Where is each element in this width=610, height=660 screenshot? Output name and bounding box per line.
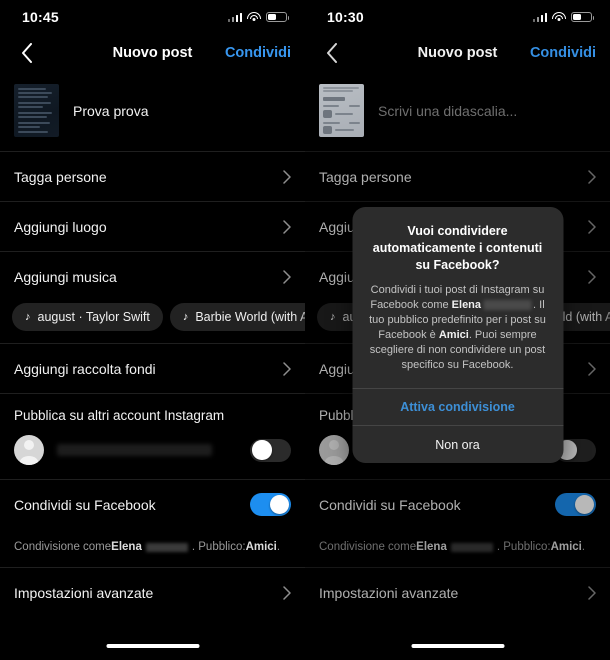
status-icons [532, 11, 595, 23]
post-thumbnail[interactable] [14, 84, 59, 137]
music-chip[interactable]: ♪ august · Taylor Swift [12, 303, 163, 331]
footnote-redacted [145, 542, 188, 552]
row-label: Tagga persone [14, 168, 107, 185]
other-account-row[interactable] [0, 431, 305, 479]
status-bar: 10:30 [305, 0, 610, 34]
dialog-message-audience: Amici [438, 329, 469, 342]
home-indicator[interactable] [106, 644, 199, 648]
enable-sharing-button[interactable]: Attiva condivisione [352, 388, 563, 425]
row-label: Tagga persone [319, 168, 412, 185]
caption-text[interactable]: Prova prova [73, 103, 148, 119]
phone-screen-left: 10:45 Nuovo post Condividi Prova prova T… [0, 0, 305, 660]
footnote-audience: Amici [550, 541, 582, 553]
cellular-signal-icon [532, 12, 547, 22]
dialog-title: Vuoi condividere automaticamente i conte… [372, 224, 543, 272]
status-bar: 10:45 [0, 0, 305, 34]
footnote-prefix: Condivisione come [14, 541, 112, 553]
cellular-signal-icon [227, 12, 242, 22]
section-header-other-accounts: Pubblica su altri account Instagram [14, 408, 225, 423]
music-suggestion-chips: ♪ august · Taylor Swift ♪ Barbie World (… [0, 301, 305, 343]
footnote-prefix: Condivisione come [319, 541, 417, 553]
chevron-right-icon [588, 585, 596, 600]
row-advanced-settings[interactable]: Impostazioni avanzate [0, 568, 305, 617]
footnote-middle: . Pubblico: [496, 541, 551, 553]
chevron-right-icon [283, 219, 291, 234]
footnote-audience: Amici [245, 541, 277, 553]
row-label: Impostazioni avanzate [319, 584, 459, 601]
row-label: Aggiungi musica [14, 268, 117, 285]
footnote-middle: . Pubblico: [191, 541, 246, 553]
footnote-suffix: . [581, 541, 586, 553]
row-label: Aggiungi luogo [14, 218, 107, 235]
caption-row[interactable]: Scrivi una didascalia... [305, 72, 610, 151]
dialog-message-name: Elena [451, 298, 482, 311]
wifi-icon [552, 12, 566, 22]
facebook-share-toggle[interactable] [555, 493, 596, 516]
username-redacted [57, 444, 212, 456]
status-clock: 10:30 [327, 9, 364, 25]
music-chip-label: august · Taylor Swift [37, 310, 150, 324]
row-label: Condividi su Facebook [14, 496, 156, 513]
caption-row[interactable]: Prova prova [0, 72, 305, 151]
footnote-name: Elena [416, 541, 447, 553]
row-share-to-facebook[interactable]: Condividi su Facebook [305, 480, 610, 529]
music-note-icon: ♪ [330, 310, 336, 323]
dialog-body: Vuoi condividere automaticamente i conte… [352, 207, 563, 388]
post-thumbnail[interactable] [319, 84, 364, 137]
facebook-share-footnote: Condivisione come Elena . Pubblico: Amici… [305, 529, 610, 567]
row-add-location[interactable]: Aggiungi luogo [0, 202, 305, 251]
chevron-right-icon [588, 269, 596, 284]
row-tag-people[interactable]: Tagga persone [0, 152, 305, 201]
row-tag-people[interactable]: Tagga persone [305, 152, 610, 201]
share-button[interactable]: Condividi [530, 45, 596, 61]
chevron-right-icon [283, 361, 291, 376]
chevron-right-icon [588, 169, 596, 184]
row-label: Impostazioni avanzate [14, 584, 154, 601]
facebook-share-footnote: Condivisione come Elena . Pubblico: Amici… [0, 529, 305, 567]
caption-placeholder[interactable]: Scrivi una didascalia... [378, 103, 517, 119]
dialog-message: Condividi i tuoi post di Instagram su Fa… [367, 283, 548, 374]
wifi-icon [247, 12, 261, 22]
navigation-bar: Nuovo post Condividi [0, 34, 305, 72]
music-note-icon: ♪ [182, 310, 189, 323]
row-label: Condividi su Facebook [319, 496, 461, 513]
home-indicator[interactable] [411, 644, 504, 648]
music-chip[interactable]: ♪ Barbie World (with Aqua [169, 303, 305, 331]
default-avatar-icon [319, 435, 349, 465]
chevron-left-icon[interactable] [319, 40, 345, 66]
chevron-right-icon [588, 361, 596, 376]
chevron-right-icon [283, 269, 291, 284]
row-add-music[interactable]: Aggiungi musica [0, 252, 305, 301]
row-label: Aggiungi raccolta fondi [14, 360, 156, 377]
battery-icon [571, 11, 595, 23]
status-icons [227, 11, 290, 23]
chevron-right-icon [283, 169, 291, 184]
music-chip-label: Barbie World (with Aqua [195, 310, 305, 324]
facebook-autoshare-dialog: Vuoi condividere automaticamente i conte… [352, 207, 563, 464]
other-account-toggle[interactable] [250, 438, 291, 462]
chevron-right-icon [283, 585, 291, 600]
row-advanced-settings[interactable]: Impostazioni avanzate [305, 568, 610, 617]
screenshot-stage: 10:45 Nuovo post Condividi Prova prova T… [0, 0, 610, 660]
battery-icon [266, 11, 290, 23]
footnote-suffix: . [276, 541, 281, 553]
facebook-share-toggle[interactable] [250, 493, 291, 516]
status-clock: 10:45 [22, 9, 59, 25]
default-avatar-icon [14, 435, 44, 465]
footnote-redacted [450, 542, 493, 552]
navigation-bar: Nuovo post Condividi [305, 34, 610, 72]
chevron-right-icon [588, 219, 596, 234]
row-share-to-facebook[interactable]: Condividi su Facebook [0, 480, 305, 529]
music-note-icon: ♪ [25, 310, 31, 323]
chevron-left-icon[interactable] [14, 40, 40, 66]
footnote-name: Elena [111, 541, 142, 553]
phone-screen-right: 10:30 Nuovo post Condividi Scrivi una di… [305, 0, 610, 660]
row-add-fundraiser[interactable]: Aggiungi raccolta fondi [0, 344, 305, 393]
not-now-button[interactable]: Non ora [352, 426, 563, 463]
dialog-message-redacted [483, 299, 532, 310]
share-button[interactable]: Condividi [225, 45, 291, 61]
